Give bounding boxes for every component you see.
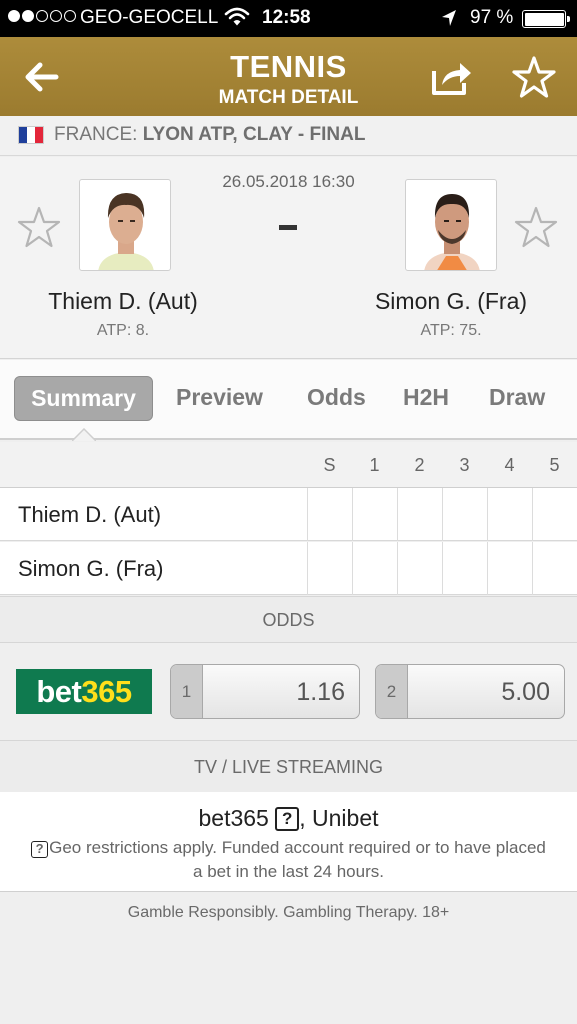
away-favorite-star-icon[interactable] (514, 205, 558, 249)
status-bar: GEO-GEOCELL 12:58 97 % (0, 0, 577, 37)
page-subtitle: MATCH DETAIL (218, 87, 359, 108)
odds-value: 1.16 (296, 678, 345, 706)
home-player-name[interactable]: Thiem D. (Aut) (8, 288, 238, 315)
streaming-section-header: TV / LIVE STREAMING (0, 740, 577, 793)
wifi-icon (224, 6, 250, 34)
help-icon[interactable]: ? (275, 807, 300, 831)
score-cell (307, 542, 352, 595)
odds-section-header: ODDS (0, 596, 577, 643)
score-cell (442, 542, 487, 595)
column-header-set-5: 5 (549, 455, 560, 475)
app-header: TENNIS MATCH DETAIL (0, 37, 577, 116)
column-header-sets: S (323, 455, 336, 475)
score-cell (352, 542, 397, 595)
odds-value: 5.00 (501, 678, 550, 706)
home-player-avatar[interactable] (79, 179, 171, 271)
bet365-logo-part2: 365 (81, 674, 132, 709)
match-datetime: 26.05.2018 16:30 (222, 172, 355, 191)
tab-summary[interactable]: Summary (14, 376, 153, 421)
tab-h2h[interactable]: H2H (403, 384, 449, 411)
gamble-responsibly-text[interactable]: Gamble Responsibly. Gambling Therapy. 18… (0, 904, 577, 922)
tournament-country: FRANCE: (54, 124, 138, 145)
battery-percent: 97 % (470, 7, 514, 28)
tab-odds[interactable]: Odds (307, 384, 366, 411)
tab-draw[interactable]: Draw (489, 384, 545, 411)
score-separator: - (279, 225, 297, 230)
score-cell (352, 488, 397, 541)
score-cell (532, 542, 577, 595)
favorite-star-icon[interactable] (512, 55, 556, 99)
france-flag-icon (18, 126, 44, 144)
odds-button-home[interactable]: 1 1.16 (170, 664, 360, 719)
score-cell (397, 488, 442, 541)
home-favorite-star-icon[interactable] (17, 205, 61, 249)
score-cell (487, 542, 532, 595)
table-row: Simon G. (Fra) (0, 542, 577, 595)
score-cell (442, 488, 487, 541)
away-player-rank: ATP: 75. (420, 322, 482, 339)
column-header-set-4: 4 (504, 455, 515, 475)
away-player-avatar[interactable] (405, 179, 497, 271)
tournament-label: FRANCE: LYON ATP, CLAY - FINAL (54, 124, 365, 146)
score-cell (397, 542, 442, 595)
streaming-providers: bet365 ?, Unibet (0, 805, 577, 832)
streaming-note: ? Geo restrictions apply. Funded account … (30, 836, 547, 884)
odds-label: 1 (171, 665, 203, 718)
bet365-logo-part1: bet (36, 674, 82, 709)
score-cell (307, 488, 352, 541)
streaming-provider-bet365[interactable]: bet365 (198, 805, 268, 831)
clock: 12:58 (262, 7, 311, 28)
column-header-set-3: 3 (459, 455, 470, 475)
share-icon[interactable] (430, 57, 474, 97)
table-row: Thiem D. (Aut) (0, 488, 577, 541)
column-header-set-2: 2 (414, 455, 425, 475)
away-player-name[interactable]: Simon G. (Fra) (336, 288, 566, 315)
score-cell (487, 488, 532, 541)
home-player-rank: ATP: 8. (96, 322, 150, 339)
score-cell (532, 488, 577, 541)
page-title: TENNIS (230, 49, 347, 84)
battery-icon (522, 10, 570, 28)
row-player-name: Simon G. (Fra) (18, 556, 164, 581)
tournament-name: LYON ATP, CLAY - FINAL (142, 124, 366, 145)
help-icon[interactable]: ? (31, 841, 49, 858)
carrier-name: GEO-GEOCELL (80, 7, 219, 28)
row-player-name: Thiem D. (Aut) (18, 502, 162, 527)
column-header-set-1: 1 (369, 455, 380, 475)
location-arrow-icon (440, 8, 458, 34)
active-tab-caret-icon (72, 428, 96, 441)
odds-label: 2 (376, 665, 408, 718)
bet365-logo[interactable]: bet365 (16, 669, 152, 714)
streaming-provider-unibet[interactable]: , Unibet (299, 805, 378, 831)
odds-button-away[interactable]: 2 5.00 (375, 664, 565, 719)
tab-preview[interactable]: Preview (176, 384, 263, 411)
streaming-note-text: Geo restrictions apply. Funded account r… (49, 838, 546, 881)
signal-strength-icon (8, 10, 76, 22)
